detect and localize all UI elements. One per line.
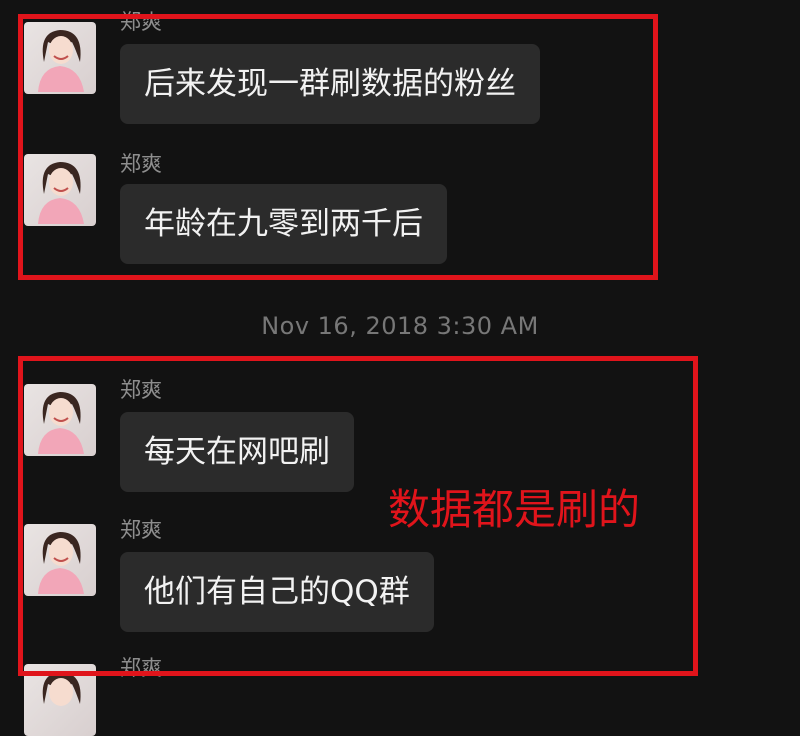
annotation-text: 数据都是刷的 <box>388 485 641 534</box>
highlight-box-top <box>18 14 658 280</box>
timestamp: Nov 16, 2018 3:30 AM <box>261 312 539 340</box>
